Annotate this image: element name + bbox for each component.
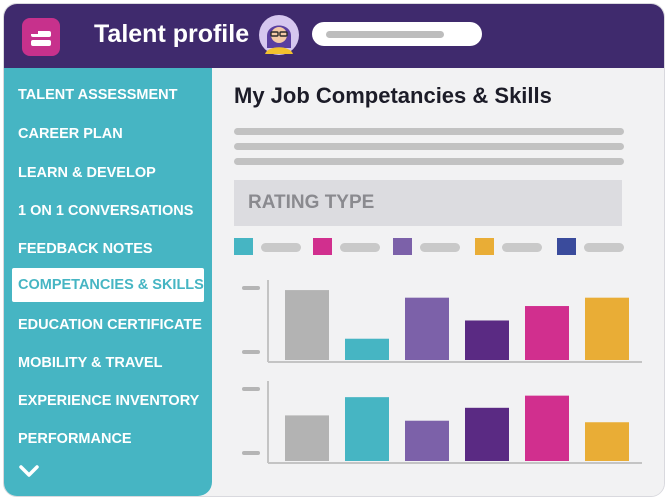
sidebar-item-competancies-skills[interactable]: COMPETANCIES & SKILLS [12,268,204,302]
chart-bar[interactable] [585,297,629,360]
sidebar-item-experience-inventory[interactable]: EXPERIENCE INVENTORY [18,393,199,409]
chart-bar[interactable] [405,297,449,360]
legend-swatch [234,238,253,255]
legend-label-placeholder [261,243,301,252]
bar-chart-top-svg [242,280,642,363]
page-header-title: Talent profile [94,20,250,48]
y-axis-tick [242,350,260,354]
text-placeholder-line [234,143,624,150]
sidebar-item-mobility-travel[interactable]: MOBILITY & TRAVEL [18,355,162,371]
app-window: Talent profile TALENT ASSESSMENT CAREER … [3,3,665,497]
app-logo-icon[interactable] [22,18,60,56]
chevron-down-icon[interactable] [18,464,40,478]
chart-legend [234,238,634,258]
header-bar: Talent profile [4,4,664,68]
sidebar-item-feedback-notes[interactable]: FEEDBACK NOTES [18,241,153,257]
legend-label-placeholder [502,243,542,252]
sidebar-nav: TALENT ASSESSMENT CAREER PLAN LEARN & DE… [4,68,212,496]
legend-swatch [313,238,332,255]
text-placeholder-line [234,158,624,165]
text-placeholder-line [234,128,624,135]
main-content: My Job Competancies & Skills RATING TYPE [212,68,664,496]
chart-bar[interactable] [525,306,569,360]
chart-bar[interactable] [405,420,449,461]
page-title: My Job Competancies & Skills [234,83,552,108]
chart-bar[interactable] [465,407,509,461]
legend-label-placeholder [420,243,460,252]
sidebar-item-talent-assessment[interactable]: TALENT ASSESSMENT [18,87,178,103]
chart-bar[interactable] [345,397,389,461]
chart-bar[interactable] [465,320,509,360]
y-axis-tick [242,387,260,391]
sidebar-item-1on1-conversations[interactable]: 1 ON 1 CONVERSATIONS [18,203,193,219]
chart-bar[interactable] [285,415,329,461]
sidebar-item-career-plan[interactable]: CAREER PLAN [18,126,123,142]
bar-chart-bottom-svg [242,381,642,464]
bar-chart-top [212,274,664,374]
chart-bar[interactable] [285,290,329,360]
legend-swatch [393,238,412,255]
bar-chart-bottom [212,375,664,475]
chart-bar[interactable] [585,422,629,461]
sidebar-item-education-certificate[interactable]: EDUCATION CERTIFICATE [18,317,202,333]
search-bar-placeholder [326,31,444,38]
chart-bar[interactable] [525,395,569,461]
sidebar-item-learn-develop[interactable]: LEARN & DEVELOP [18,165,156,181]
rating-type-label: RATING TYPE [248,192,375,213]
sidebar-item-performance[interactable]: PERFORMANCE [18,431,132,447]
legend-swatch [557,238,576,255]
chart-bar[interactable] [345,338,389,360]
y-axis-tick [242,451,260,455]
y-axis-tick [242,286,260,290]
legend-label-placeholder [340,243,380,252]
user-avatar-icon[interactable] [258,14,300,56]
rating-type-header[interactable]: RATING TYPE [234,180,622,226]
legend-swatch [475,238,494,255]
search-field[interactable] [312,22,482,46]
legend-label-placeholder [584,243,624,252]
